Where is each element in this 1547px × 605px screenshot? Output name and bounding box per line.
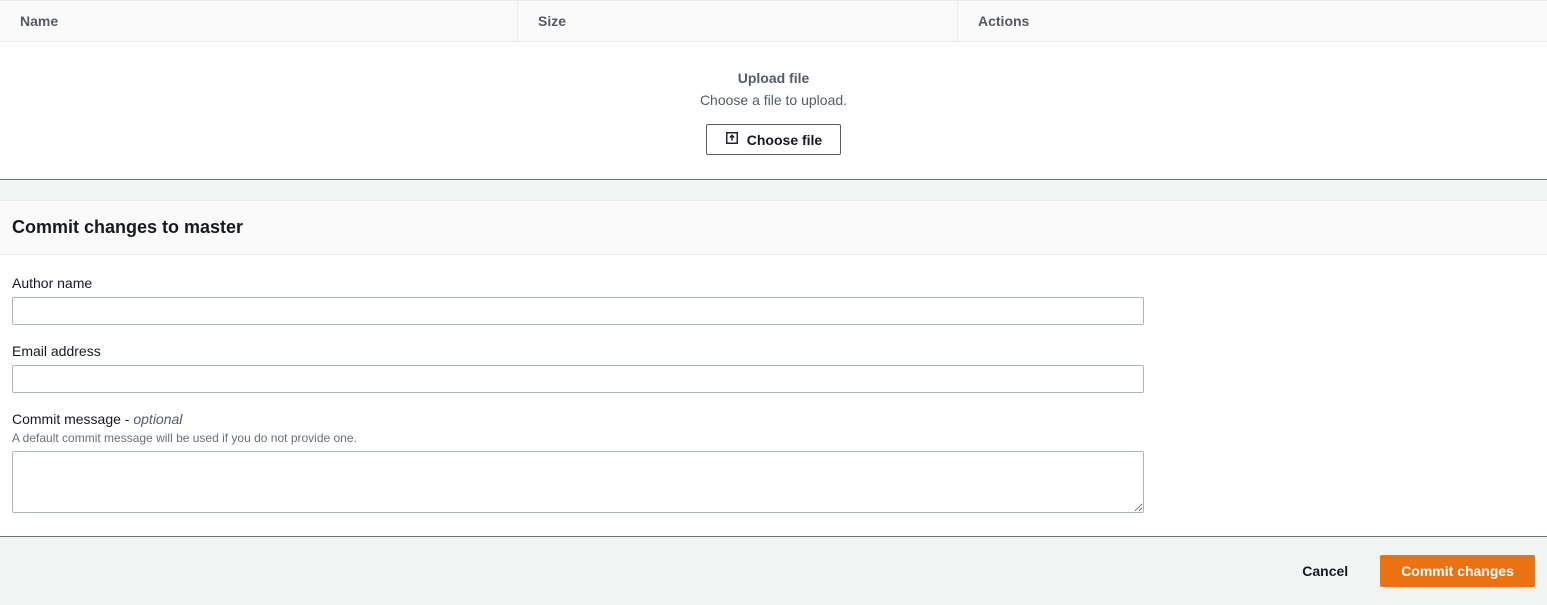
choose-file-label: Choose file — [747, 132, 822, 148]
email-input[interactable] — [12, 365, 1144, 393]
cancel-button[interactable]: Cancel — [1282, 555, 1368, 587]
author-name-group: Author name — [12, 275, 1535, 325]
file-table-section: Name Size Actions Upload file Choose a f… — [0, 0, 1547, 180]
commit-changes-button[interactable]: Commit changes — [1380, 555, 1535, 587]
column-header-name: Name — [0, 1, 518, 41]
commit-message-label: Commit message - optional — [12, 411, 1535, 427]
commit-heading: Commit changes to master — [12, 217, 1535, 238]
email-group: Email address — [12, 343, 1535, 393]
upload-icon — [725, 131, 739, 148]
column-header-actions: Actions — [958, 1, 1547, 41]
upload-file-area: Upload file Choose a file to upload. Cho… — [0, 42, 1547, 180]
email-label: Email address — [12, 343, 1535, 359]
author-name-input[interactable] — [12, 297, 1144, 325]
choose-file-button[interactable]: Choose file — [706, 124, 841, 155]
section-gap — [0, 180, 1547, 200]
upload-subtitle: Choose a file to upload. — [0, 92, 1547, 108]
commit-section: Commit changes to master Author name Ema… — [0, 200, 1547, 537]
commit-section-header: Commit changes to master — [0, 201, 1547, 255]
file-table-header: Name Size Actions — [0, 0, 1547, 42]
commit-form: Author name Email address Commit message… — [0, 255, 1547, 536]
column-header-size: Size — [518, 1, 958, 41]
commit-message-textarea[interactable] — [12, 451, 1144, 513]
upload-title: Upload file — [0, 70, 1547, 86]
commit-message-hint: A default commit message will be used if… — [12, 431, 1535, 445]
footer-actions: Cancel Commit changes — [0, 537, 1547, 605]
author-name-label: Author name — [12, 275, 1535, 291]
commit-message-optional: optional — [133, 411, 182, 427]
commit-message-group: Commit message - optional A default comm… — [12, 411, 1535, 516]
commit-message-label-text: Commit message - — [12, 411, 133, 427]
